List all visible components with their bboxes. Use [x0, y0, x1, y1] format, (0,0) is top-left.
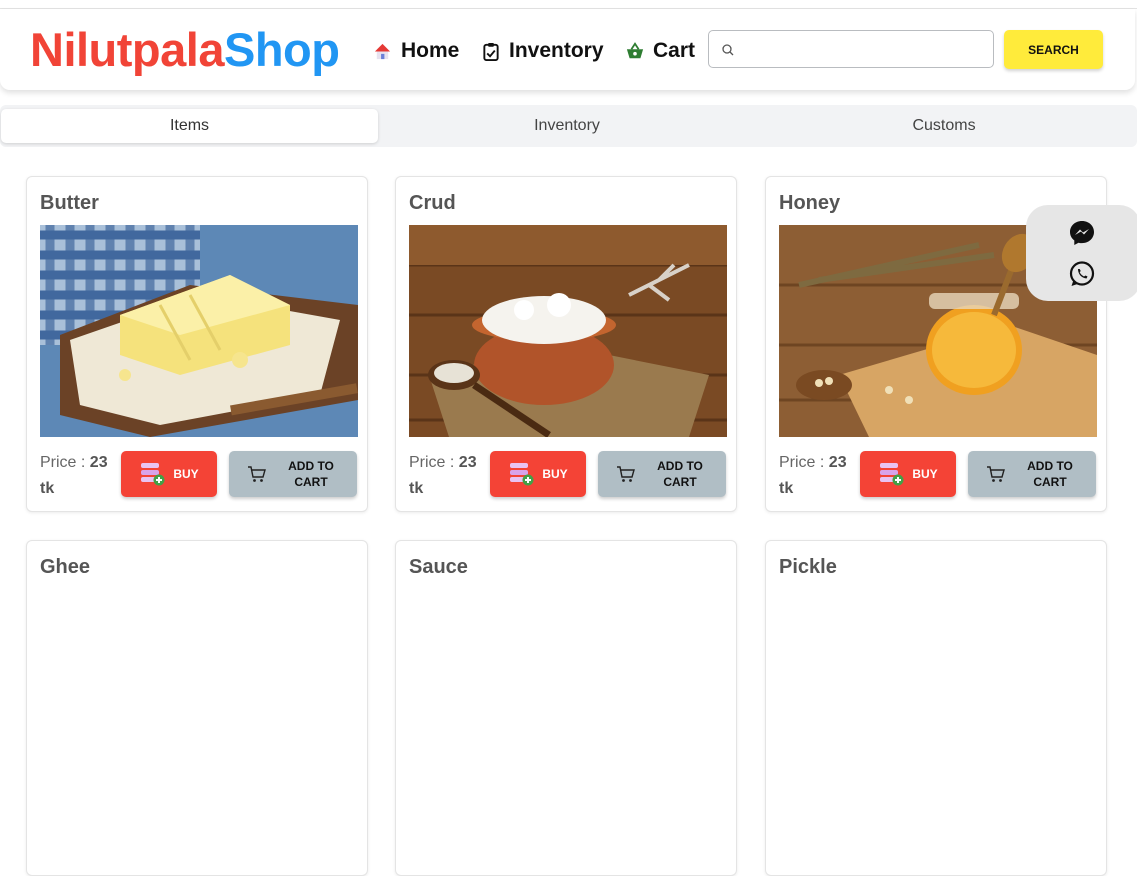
add-to-cart-label: ADD TO CART: [657, 459, 703, 489]
price-label: Price :: [779, 454, 825, 471]
buy-label: BUY: [912, 467, 938, 481]
nav-inventory-label: Inventory: [509, 39, 604, 62]
product-image-butter[interactable]: [40, 225, 358, 437]
database-add-icon: [510, 463, 534, 486]
cart-icon: [248, 466, 266, 482]
search-input[interactable]: [741, 36, 990, 64]
nav-home[interactable]: Home: [373, 37, 459, 65]
search-icon: [722, 44, 734, 56]
product-name: Ghee: [40, 556, 91, 578]
brand-name-part2: Shop: [223, 23, 340, 76]
product-name: Crud: [409, 192, 456, 214]
product-card-ghee: Ghee: [26, 540, 368, 876]
product-card-pickle: Pickle: [765, 540, 1107, 876]
product-card-butter: Butter Price : 23 tk BUY ADD TO CART: [26, 176, 368, 512]
category-tabs: Items Inventory Customs: [0, 105, 1137, 147]
brand-logo[interactable]: NilutpalaShop: [30, 22, 340, 78]
price-currency: tk: [779, 480, 794, 497]
clipboard-icon: [483, 42, 499, 61]
brand-name-part1: Nilutpala: [30, 23, 224, 76]
nav-home-label: Home: [401, 39, 460, 62]
price-currency: tk: [40, 480, 55, 497]
buy-button[interactable]: BUY: [490, 451, 586, 497]
product-price: Price : 23 tk: [40, 450, 116, 502]
product-name: Pickle: [779, 556, 837, 578]
messenger-icon[interactable]: [1068, 219, 1096, 247]
buy-label: BUY: [542, 467, 568, 481]
add-to-cart-button[interactable]: ADD TO CART: [598, 451, 726, 497]
home-icon: [374, 43, 391, 59]
nav-cart[interactable]: Cart: [626, 37, 695, 65]
product-card-sauce: Sauce: [395, 540, 737, 876]
add-to-cart-label: ADD TO CART: [288, 459, 334, 489]
tab-customs[interactable]: Customs: [756, 109, 1132, 143]
price-currency: tk: [409, 480, 424, 497]
buy-label: BUY: [173, 467, 199, 481]
product-name: Butter: [40, 192, 99, 214]
search-button[interactable]: SEARCH: [1004, 30, 1103, 69]
price-value: 23: [89, 454, 108, 471]
product-price: Price : 23 tk: [779, 450, 855, 502]
add-to-cart-button[interactable]: ADD TO CART: [229, 451, 357, 497]
product-image-crud[interactable]: [409, 225, 727, 437]
site-header: NilutpalaShop Home Inventory Cart SEARCH: [0, 9, 1135, 90]
nav-cart-label: Cart: [653, 39, 696, 62]
price-value: 23: [458, 454, 477, 471]
database-add-icon: [880, 463, 904, 486]
nav-inventory[interactable]: Inventory: [482, 37, 604, 65]
database-add-icon: [141, 463, 165, 486]
product-name: Honey: [779, 192, 841, 214]
price-label: Price :: [40, 454, 86, 471]
tab-inventory[interactable]: Inventory: [380, 109, 754, 143]
add-to-cart-label: ADD TO CART: [1027, 459, 1073, 489]
product-price: Price : 23 tk: [409, 450, 485, 502]
buy-button[interactable]: BUY: [860, 451, 956, 497]
tab-items[interactable]: Items: [1, 109, 378, 143]
search-box: [708, 30, 994, 68]
basket-icon: [626, 42, 644, 59]
cart-icon: [987, 466, 1005, 482]
price-label: Price :: [409, 454, 455, 471]
product-name: Sauce: [409, 556, 468, 578]
whatsapp-icon[interactable]: [1068, 260, 1096, 288]
price-value: 23: [828, 454, 847, 471]
cart-icon: [617, 466, 635, 482]
add-to-cart-button[interactable]: ADD TO CART: [968, 451, 1096, 497]
floating-contact-panel: [1026, 205, 1137, 301]
buy-button[interactable]: BUY: [121, 451, 217, 497]
product-card-crud: Crud Price : 23 tk BUY ADD TO CART: [395, 176, 737, 512]
